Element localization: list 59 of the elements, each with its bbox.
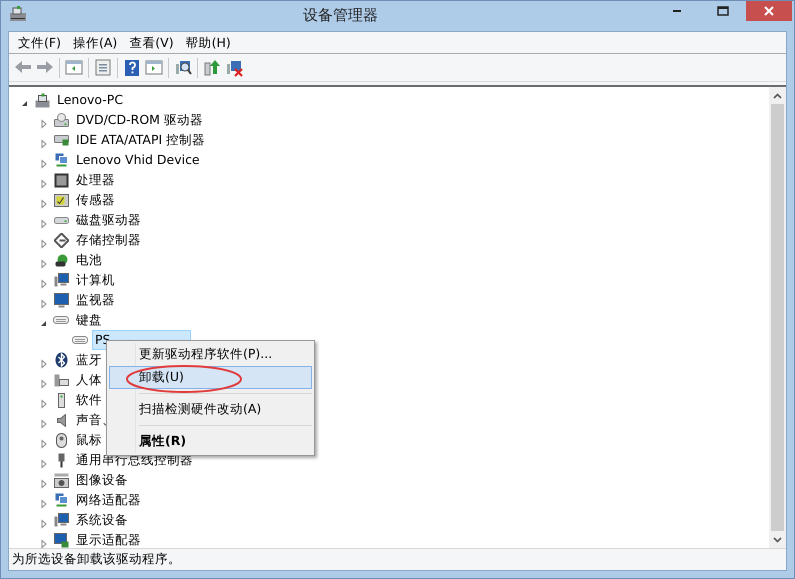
tree-item[interactable]: 键盘 [73,310,105,330]
scrollbar-thumb[interactable] [771,104,784,531]
menu-item[interactable]: 操作(A) [66,32,124,52]
monitor-icon [54,292,68,308]
input-device-icon [54,374,68,386]
controller-icon [54,134,68,146]
context-menu-item[interactable]: 扫描检测硬件改动(A) [109,398,312,421]
chip-icon [54,172,68,188]
tree-item[interactable]: IDE ATA/ATAPI 控制器 [73,130,208,150]
drive-icon [54,113,68,127]
status-text: 为所选设备卸载该驱动程序。 [12,550,181,568]
computer-icon [54,273,68,287]
network-icon [54,493,68,507]
minimize-icon [673,10,681,12]
context-menu-item[interactable]: 更新驱动程序软件(P)... [109,343,312,366]
tree-item[interactable]: 蓝牙 [73,350,105,370]
drive-icon [54,216,68,224]
tree-item[interactable]: 软件 [73,390,105,410]
diamond-icon [54,232,68,248]
computer-icon [54,513,68,527]
computer-icon [34,92,50,108]
keyboard-icon [53,316,69,324]
mouse-icon [56,432,66,448]
context-menu-item[interactable]: 属性(R) [109,430,312,453]
menu-item[interactable]: 查看(V) [123,32,180,52]
camera-icon [54,472,68,488]
tree-item[interactable]: 传感器 [73,190,118,210]
battery-icon [54,254,68,266]
menu-item[interactable]: 文件(F) [12,32,67,52]
tree-item[interactable]: 计算机 [73,270,118,290]
tree-item[interactable]: 人体 [73,370,105,390]
window-title: 设备管理器 [303,6,378,24]
usb-icon [58,452,64,468]
chevron-down-icon [773,536,782,542]
tree-item[interactable]: 鼠标 [73,430,105,450]
sensor-icon [54,194,68,206]
tree-item[interactable]: 系统设备 [73,510,131,530]
tree-item[interactable]: 处理器 [73,170,118,190]
bluetooth-icon [54,352,68,368]
close-icon [763,6,775,16]
tree-item[interactable]: 监视器 [73,290,118,310]
chevron-up-icon [773,92,782,98]
tree-item[interactable]: 网络适配器 [73,490,144,510]
tree-item[interactable]: DVD/CD-ROM 驱动器 [73,110,206,130]
tree-item[interactable]: 存储控制器 [73,230,144,250]
tree-item[interactable]: 磁盘驱动器 [73,210,144,230]
tree-item[interactable]: Lenovo-PC [54,90,126,110]
speaker-icon [56,414,66,426]
device-icon [58,392,64,408]
tree-item[interactable]: 显示适配器 [73,530,144,550]
tree-item[interactable]: Lenovo Vhid Device [73,150,203,170]
close-button[interactable] [746,1,792,21]
app-icon [9,5,27,23]
keyboard-icon [72,336,88,344]
maximize-icon [717,6,729,16]
network-icon [54,153,68,167]
tree-item[interactable]: 电池 [73,250,105,270]
tree-item[interactable]: 图像设备 [73,470,131,490]
menu-item[interactable]: 帮助(H) [180,32,237,52]
